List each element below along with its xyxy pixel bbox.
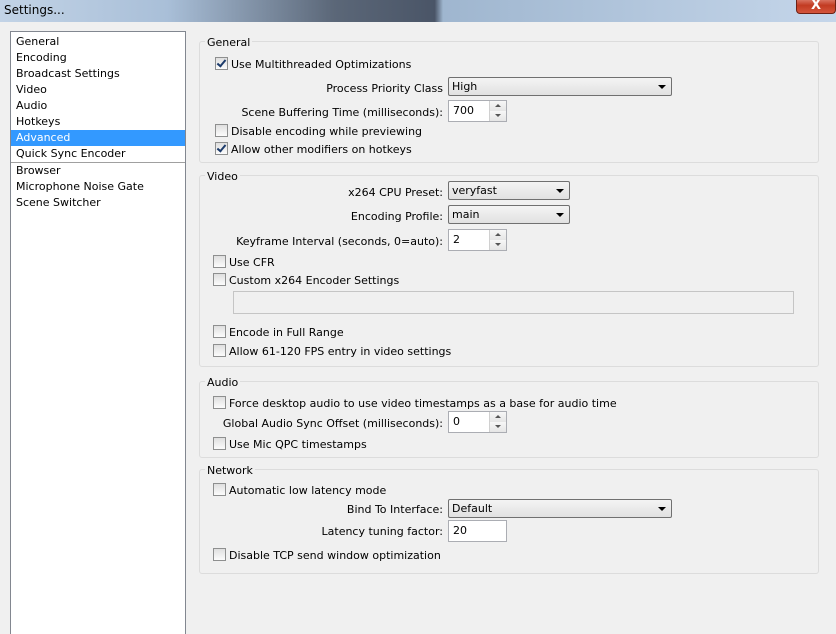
spin-down-icon[interactable] — [490, 422, 506, 432]
close-button[interactable]: X — [796, 0, 836, 14]
chevron-down-icon — [658, 507, 666, 511]
chevron-down-icon — [556, 189, 564, 193]
sidebar-item-advanced[interactable]: Advanced — [11, 130, 185, 146]
close-icon: X — [810, 0, 822, 13]
sidebar-item-quick-sync-encoder[interactable]: Quick Sync Encoder — [11, 146, 185, 163]
priority-label: Process Priority Class — [326, 82, 443, 95]
latency-factor-input[interactable]: 20 — [448, 520, 507, 542]
title-bar[interactable]: Settings... X — [0, 0, 836, 22]
priority-value: High — [452, 80, 478, 93]
keyframe-value: 2 — [453, 233, 460, 246]
bind-interface-dropdown[interactable]: Default — [448, 499, 672, 518]
custom-x264-settings-input[interactable] — [233, 291, 794, 314]
keyframe-spinbox[interactable]: 2 — [448, 229, 507, 251]
force-desktop-checkbox[interactable] — [213, 396, 226, 409]
preset-value: veryfast — [452, 184, 497, 197]
multithreaded-checkbox-row[interactable]: Use Multithreaded Optimizations — [215, 57, 411, 71]
mic-qpc-checkbox-row[interactable]: Use Mic QPC timestamps — [213, 437, 367, 451]
sidebar-item-hotkeys[interactable]: Hotkeys — [11, 114, 185, 130]
preset-label: x264 CPU Preset: — [348, 186, 443, 199]
buffering-spin-buttons[interactable] — [489, 101, 506, 121]
sidebar-item-audio[interactable]: Audio — [11, 98, 185, 114]
sidebar-item-scene-switcher[interactable]: Scene Switcher — [11, 195, 185, 211]
sidebar-item-general[interactable]: General — [11, 34, 185, 50]
buffering-label: Scene Buffering Time (milliseconds): — [241, 106, 443, 119]
settings-category-list[interactable]: General Encoding Broadcast Settings Vide… — [10, 31, 186, 634]
spin-down-icon[interactable] — [490, 240, 506, 250]
bind-interface-label: Bind To Interface: — [346, 503, 443, 516]
disable-preview-checkbox-row[interactable]: Disable encoding while previewing — [215, 124, 422, 138]
profile-value: main — [452, 208, 480, 221]
profile-label: Encoding Profile: — [350, 210, 443, 223]
bind-interface-value: Default — [452, 502, 493, 515]
mic-qpc-label: Use Mic QPC timestamps — [229, 438, 367, 451]
network-group: Network Automatic low latency mode Bind … — [199, 464, 819, 574]
force-desktop-label: Force desktop audio to use video timesta… — [229, 397, 617, 410]
sync-offset-value: 0 — [453, 415, 460, 428]
keyframe-spin-buttons[interactable] — [489, 230, 506, 250]
sidebar-item-video[interactable]: Video — [11, 82, 185, 98]
multithreaded-checkbox[interactable] — [215, 57, 228, 70]
custom-x264-checkbox-row[interactable]: Custom x264 Encoder Settings — [213, 273, 399, 287]
chevron-down-icon — [556, 213, 564, 217]
network-group-title: Network — [205, 464, 255, 477]
cfr-checkbox[interactable] — [213, 255, 226, 268]
full-range-checkbox-row[interactable]: Encode in Full Range — [213, 325, 344, 339]
sidebar-item-encoding[interactable]: Encoding — [11, 50, 185, 66]
chevron-down-icon — [658, 85, 666, 89]
full-range-checkbox[interactable] — [213, 325, 226, 338]
force-desktop-checkbox-row[interactable]: Force desktop audio to use video timesta… — [213, 396, 617, 410]
full-range-label: Encode in Full Range — [229, 326, 344, 339]
low-latency-checkbox-row[interactable]: Automatic low latency mode — [213, 483, 386, 497]
modifiers-checkbox-row[interactable]: Allow other modifiers on hotkeys — [215, 142, 412, 156]
multithreaded-label: Use Multithreaded Optimizations — [231, 58, 412, 71]
video-group-title: Video — [205, 170, 240, 183]
video-group: Video x264 CPU Preset: veryfast Encoding… — [199, 170, 819, 367]
audio-group-title: Audio — [205, 376, 241, 389]
sidebar-item-microphone-noise-gate[interactable]: Microphone Noise Gate — [11, 179, 185, 195]
disable-tcp-checkbox[interactable] — [213, 548, 226, 561]
sidebar-item-broadcast-settings[interactable]: Broadcast Settings — [11, 66, 185, 82]
disable-preview-label: Disable encoding while previewing — [231, 125, 423, 138]
latency-factor-label: Latency tuning factor: — [321, 525, 443, 538]
window-title: Settings... — [4, 3, 65, 17]
sync-offset-spinbox[interactable]: 0 — [448, 411, 507, 433]
high-fps-checkbox[interactable] — [213, 344, 226, 357]
keyframe-label: Keyframe Interval (seconds, 0=auto): — [236, 235, 443, 248]
modifiers-label: Allow other modifiers on hotkeys — [231, 143, 412, 156]
high-fps-label: Allow 61-120 FPS entry in video settings — [229, 345, 452, 358]
sync-offset-spin-buttons[interactable] — [489, 412, 506, 432]
disable-tcp-checkbox-row[interactable]: Disable TCP send window optimization — [213, 548, 441, 562]
custom-x264-checkbox[interactable] — [213, 273, 226, 286]
low-latency-label: Automatic low latency mode — [229, 484, 387, 497]
general-group-title: General — [205, 36, 253, 49]
custom-x264-label: Custom x264 Encoder Settings — [229, 274, 400, 287]
priority-dropdown[interactable]: High — [448, 77, 672, 96]
sync-offset-label: Global Audio Sync Offset (milliseconds): — [222, 417, 443, 430]
high-fps-checkbox-row[interactable]: Allow 61-120 FPS entry in video settings — [213, 344, 451, 358]
spin-down-icon[interactable] — [490, 111, 506, 121]
latency-factor-value: 20 — [453, 524, 467, 537]
buffering-spinbox[interactable]: 700 — [448, 100, 507, 122]
general-group: General Use Multithreaded Optimizations … — [199, 36, 819, 163]
mic-qpc-checkbox[interactable] — [213, 437, 226, 450]
disable-preview-checkbox[interactable] — [215, 124, 228, 137]
profile-dropdown[interactable]: main — [448, 205, 570, 224]
cfr-checkbox-row[interactable]: Use CFR — [213, 255, 275, 269]
cfr-label: Use CFR — [229, 256, 275, 269]
low-latency-checkbox[interactable] — [213, 483, 226, 496]
audio-group: Audio Force desktop audio to use video t… — [199, 376, 819, 458]
disable-tcp-label: Disable TCP send window optimization — [229, 549, 441, 562]
preset-dropdown[interactable]: veryfast — [448, 181, 570, 200]
modifiers-checkbox[interactable] — [215, 142, 228, 155]
sidebar-item-browser[interactable]: Browser — [11, 163, 185, 179]
buffering-value: 700 — [453, 104, 474, 117]
